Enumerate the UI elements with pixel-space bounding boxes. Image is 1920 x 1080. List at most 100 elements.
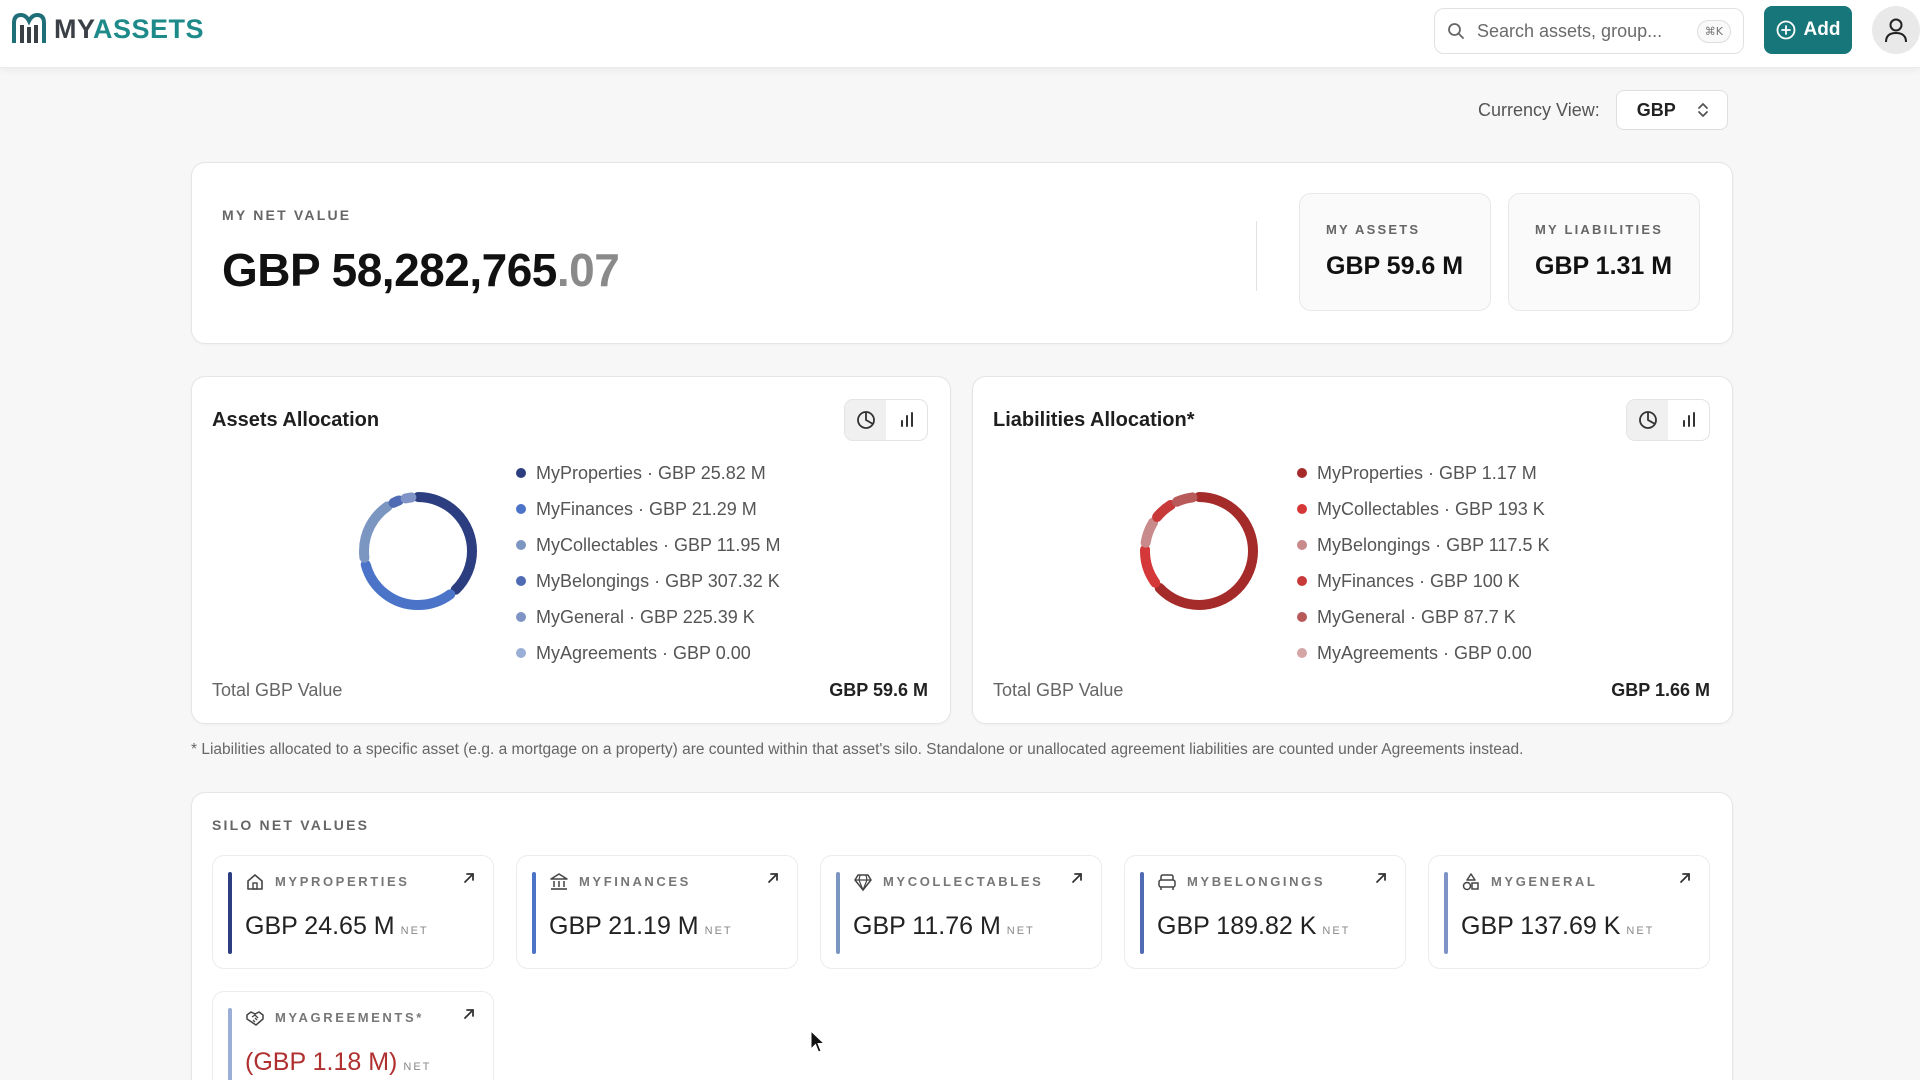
silo-value: (GBP 1.18 M) NET [245,1048,431,1077]
legend-separator: · [624,606,641,627]
handshake-icon [245,1008,265,1028]
assets-donut-chart [359,492,477,610]
legend-separator: · [649,570,666,591]
silo-value: GBP 11.76 M NET [853,912,1035,941]
arrow-up-right-icon[interactable] [765,870,781,891]
add-button[interactable]: Add [1764,6,1852,54]
my-liabilities-card[interactable]: MY LIABILITIES GBP 1.31 M [1508,193,1700,311]
legend-value: GBP 100 K [1430,570,1520,591]
currency-view: Currency View: GBP [1478,90,1728,130]
silo-net-suffix: NET [400,925,429,937]
logo-suffix: ASSETS [93,13,205,44]
assets-legend: MyProperties · GBP 25.82 M MyFinances · G… [516,455,780,671]
legend-dot [516,540,526,550]
legend-name: MyFinances [536,498,634,519]
legend-separator: · [1414,570,1431,591]
my-assets-value: GBP 59.6 M [1326,252,1464,280]
legend-name: MyCollectables [1317,498,1440,519]
legend-dot [1297,648,1307,658]
search-placeholder: Search assets, group... [1477,20,1663,41]
legend-dot [516,648,526,658]
legend-separator: · [1438,642,1455,663]
legend-value: GBP 25.82 M [658,462,766,483]
bar-view-button[interactable] [886,400,927,440]
assets-chart-toggle [844,399,928,441]
silo-color-bar [1140,872,1144,954]
silo-card-mycollectables[interactable]: MYCOLLECTABLES GBP 11.76 M NET [820,855,1102,969]
legend-value: GBP 225.39 K [640,606,755,627]
logo-prefix: MY [54,13,94,44]
liabilities-legend-item: MyBelongings · GBP 117.5 K [1297,527,1549,563]
liabilities-legend-item: MyGeneral · GBP 87.7 K [1297,599,1549,635]
legend-value: GBP 307.32 K [665,570,780,591]
legend-dot [1297,612,1307,622]
arrow-up-right-icon[interactable] [1069,870,1085,891]
silo-name: MYCOLLECTABLES [883,874,1044,889]
silo-name: MYAGREEMENTS* [275,1010,424,1025]
net-value-main: GBP 58,282,765 [222,244,557,296]
legend-dot [516,612,526,622]
legend-separator: · [1405,606,1422,627]
logo-text: MYASSETS [54,14,204,45]
legend-name: MyBelongings [1317,534,1431,555]
liabilities-legend-item: MyAgreements · GBP 0.00 [1297,635,1549,671]
silo-card-myagreements[interactable]: MYAGREEMENTS* (GBP 1.18 M) NET [212,991,494,1080]
logo-mark-icon [12,13,46,43]
assets-total-label: Total GBP Value [212,680,343,700]
legend-separator: · [1423,462,1440,483]
silo-value-amount: GBP 21.19 M [549,912,699,940]
legend-dot [1297,504,1307,514]
silo-value-amount: GBP 24.65 M [245,912,395,940]
user-icon [1885,18,1907,43]
legend-separator: · [658,534,675,555]
my-assets-label: MY ASSETS [1326,222,1421,237]
divider [1256,221,1257,291]
mouse-cursor-icon [810,1030,826,1053]
legend-name: MyCollectables [536,534,659,555]
legend-name: MyGeneral [1317,606,1406,627]
my-assets-card[interactable]: MY ASSETS GBP 59.6 M [1299,193,1491,311]
search-input[interactable]: Search assets, group... ⌘K [1434,8,1744,54]
liabilities-legend-item: MyFinances · GBP 100 K [1297,563,1549,599]
net-value-card: MY NET VALUE GBP 58,282,765.07 MY ASSETS… [191,162,1733,344]
legend-dot [1297,540,1307,550]
net-value-decimal: .07 [556,244,620,296]
silo-net-suffix: NET [1626,925,1655,937]
silo-value: GBP 137.69 K NET [1461,912,1654,941]
pie-view-button[interactable] [845,400,886,440]
pie-view-button[interactable] [1627,400,1668,440]
logo[interactable]: MYASSETS [12,13,204,45]
silo-card-mygeneral[interactable]: MYGENERAL GBP 137.69 K NET [1428,855,1710,969]
liabilities-total-label: Total GBP Value [993,680,1124,700]
legend-value: GBP 1.17 M [1439,462,1537,483]
arrow-up-right-icon[interactable] [461,870,477,891]
legend-value: GBP 0.00 [673,642,751,663]
liabilities-allocation-card: Liabilities Allocation* MyProperties · G… [972,376,1733,724]
silo-card-myproperties[interactable]: MYPROPERTIES GBP 24.65 M NET [212,855,494,969]
my-liabilities-label: MY LIABILITIES [1535,222,1664,237]
arrow-up-right-icon[interactable] [1677,870,1693,891]
arrow-up-right-icon[interactable] [1373,870,1389,891]
legend-name: MyGeneral [536,606,625,627]
bank-icon [549,872,569,892]
legend-value: GBP 117.5 K [1446,534,1550,555]
assets-legend-item: MyFinances · GBP 21.29 M [516,491,780,527]
legend-value: GBP 87.7 K [1421,606,1516,627]
arrow-up-right-icon[interactable] [461,1006,477,1027]
liabilities-footnote: * Liabilities allocated to a specific as… [191,741,1524,758]
user-avatar[interactable] [1872,6,1920,54]
pie-chart-icon [1638,411,1657,429]
silo-color-bar [532,872,536,954]
silo-value-amount: GBP 189.82 K [1157,912,1317,940]
currency-select[interactable]: GBP [1615,90,1728,130]
legend-value: GBP 193 K [1455,498,1545,519]
silo-card-myfinances[interactable]: MYFINANCES GBP 21.19 M NET [516,855,798,969]
silo-value: GBP 24.65 M NET [245,912,429,941]
legend-value: GBP 0.00 [1454,642,1532,663]
legend-separator: · [657,642,674,663]
silo-net-suffix: NET [403,1061,432,1073]
silo-card-mybelongings[interactable]: MYBELONGINGS GBP 189.82 K NET [1124,855,1406,969]
assets-allocation-title: Assets Allocation [212,409,380,431]
bar-view-button[interactable] [1668,400,1709,440]
assets-allocation-card: Assets Allocation MyProperties · GBP 25.… [191,376,951,724]
